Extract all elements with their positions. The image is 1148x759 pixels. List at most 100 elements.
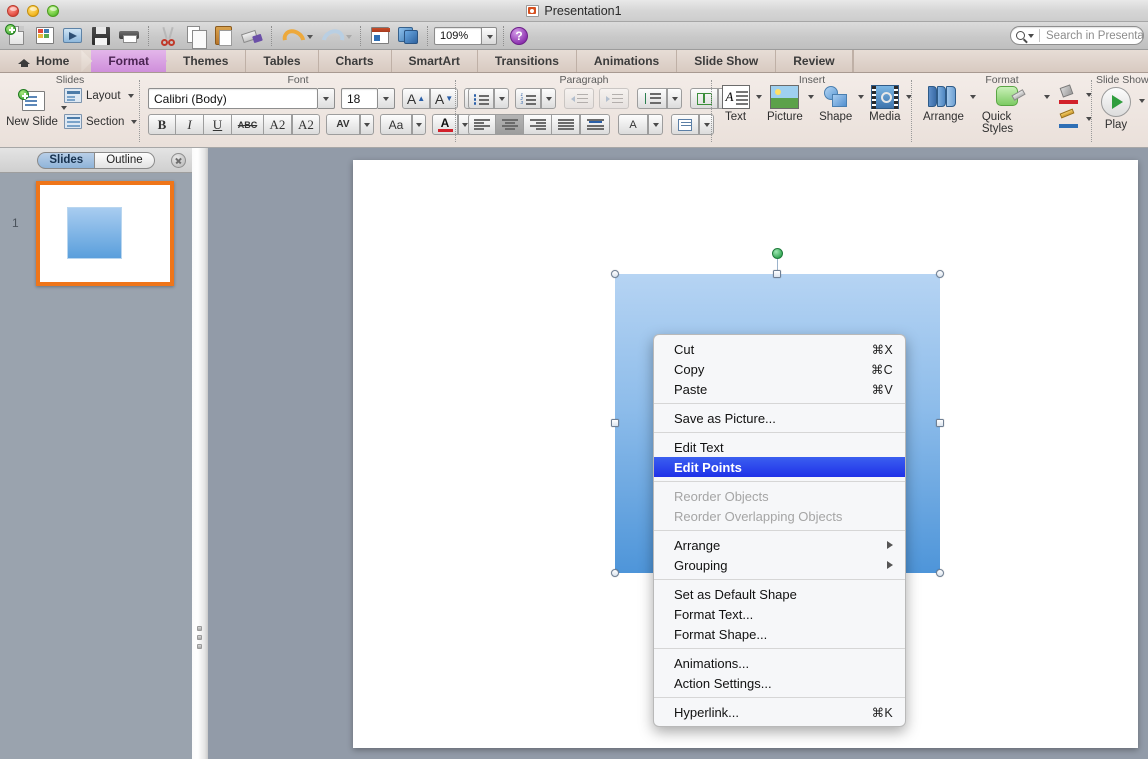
- increase-indent-button[interactable]: [599, 88, 629, 109]
- quick-styles-chevron-down-icon[interactable]: [1044, 95, 1050, 99]
- play-chevron-down-icon[interactable]: [1139, 99, 1145, 103]
- ribbon-tab-review[interactable]: Review: [776, 50, 852, 72]
- new-presentation-button[interactable]: [4, 23, 30, 49]
- format-painter-button[interactable]: [239, 23, 265, 49]
- arrange-button[interactable]: Arrange: [922, 85, 965, 123]
- underline-button[interactable]: U: [204, 114, 232, 135]
- character-spacing-button[interactable]: AV: [326, 114, 360, 135]
- pane-splitter[interactable]: [192, 148, 208, 759]
- align-right-button[interactable]: [524, 114, 552, 135]
- context-menu-item-edit-text[interactable]: Edit Text: [654, 437, 905, 457]
- quick-styles-button[interactable]: Quick Styles: [982, 85, 1039, 135]
- context-menu-item-format-shape[interactable]: Format Shape...: [654, 624, 905, 644]
- bold-button[interactable]: B: [148, 114, 176, 135]
- sidebar-tab-slides[interactable]: Slides: [37, 152, 95, 169]
- slide-thumbnail-1[interactable]: [36, 181, 174, 286]
- context-menu-item-save-as-picture[interactable]: Save as Picture...: [654, 408, 905, 428]
- context-menu-item-copy[interactable]: Copy ⌘C: [654, 359, 905, 379]
- selection-handle-top-right[interactable]: [936, 270, 944, 278]
- open-button[interactable]: [60, 23, 86, 49]
- context-menu-item-edit-points[interactable]: Edit Points: [654, 457, 905, 477]
- bullets-button[interactable]: [468, 88, 494, 109]
- font-family-input[interactable]: Calibri (Body): [148, 88, 318, 109]
- redo-dropdown-arrow-icon[interactable]: [345, 23, 354, 49]
- zoom-dropdown-arrow-icon[interactable]: [481, 27, 497, 45]
- ribbon-tab-home[interactable]: Home: [6, 50, 91, 72]
- align-center-button[interactable]: [496, 114, 524, 135]
- context-menu-item-hyperlink[interactable]: Hyperlink... ⌘K: [654, 702, 905, 722]
- help-button[interactable]: ?: [510, 27, 528, 45]
- superscript-button[interactable]: A2: [264, 114, 292, 135]
- change-case-chevron-down-icon[interactable]: [412, 114, 426, 135]
- ribbon-tab-tables[interactable]: Tables: [246, 50, 318, 72]
- undo-button[interactable]: [278, 23, 304, 49]
- font-size-chevron-down-icon[interactable]: [378, 88, 395, 109]
- search-field[interactable]: Search in Presentation: [1010, 26, 1144, 45]
- layout-button[interactable]: Layout: [64, 88, 134, 103]
- ribbon-tab-themes[interactable]: Themes: [166, 50, 246, 72]
- play-button[interactable]: Play: [1096, 87, 1136, 131]
- cut-button[interactable]: [155, 23, 181, 49]
- insert-picture-chevron-down-icon[interactable]: [808, 95, 814, 99]
- context-menu-item-grouping[interactable]: Grouping: [654, 555, 905, 575]
- selection-handle-bottom-right[interactable]: [936, 569, 944, 577]
- justify-button[interactable]: [552, 114, 580, 135]
- context-menu-item-paste[interactable]: Paste ⌘V: [654, 379, 905, 399]
- sidebar-tab-outline[interactable]: Outline: [95, 152, 154, 169]
- line-spacing-button[interactable]: [637, 88, 667, 109]
- splitter-grip[interactable]: [197, 626, 202, 649]
- insert-text-button[interactable]: A Text: [720, 85, 751, 123]
- insert-text-chevron-down-icon[interactable]: [756, 95, 762, 99]
- shrink-font-button[interactable]: A ▼: [430, 88, 458, 109]
- rotation-handle[interactable]: [772, 248, 783, 259]
- decrease-indent-button[interactable]: [564, 88, 594, 109]
- media-browser-button[interactable]: [395, 23, 421, 49]
- new-slide-chevron-down-icon[interactable]: [61, 106, 67, 110]
- ribbon-tab-animations[interactable]: Animations: [577, 50, 677, 72]
- selection-handle-top-center[interactable]: [773, 270, 781, 278]
- ribbon-tab-slide-show[interactable]: Slide Show: [677, 50, 776, 72]
- shape-line-button[interactable]: [1058, 110, 1092, 128]
- selection-handle-top-left[interactable]: [611, 270, 619, 278]
- context-menu-item-action-settings[interactable]: Action Settings...: [654, 673, 905, 693]
- selection-handle-middle-left[interactable]: [611, 419, 619, 427]
- strikethrough-button[interactable]: ABC: [232, 114, 264, 135]
- paste-button[interactable]: [211, 23, 237, 49]
- selection-handle-bottom-left[interactable]: [611, 569, 619, 577]
- shape-fill-button[interactable]: [1058, 86, 1092, 104]
- ribbon-tab-format[interactable]: Format: [91, 50, 166, 72]
- context-menu-item-animations[interactable]: Animations...: [654, 653, 905, 673]
- redo-button[interactable]: [317, 23, 343, 49]
- context-menu-item-set-as-default-shape[interactable]: Set as Default Shape: [654, 584, 905, 604]
- layout-chevron-down-icon[interactable]: [128, 94, 134, 98]
- font-family-chevron-down-icon[interactable]: [318, 88, 335, 109]
- bullets-chevron-down-icon[interactable]: [494, 88, 509, 109]
- arrange-chevron-down-icon[interactable]: [970, 95, 976, 99]
- save-button[interactable]: [88, 23, 114, 49]
- search-options-chevron-down-icon[interactable]: [1028, 34, 1034, 38]
- change-case-button[interactable]: Aa: [380, 114, 412, 135]
- ribbon-tab-transitions[interactable]: Transitions: [478, 50, 577, 72]
- insert-media-button[interactable]: Media: [869, 85, 901, 123]
- section-button[interactable]: Section: [64, 114, 137, 129]
- numbering-button[interactable]: 1 2 3: [515, 88, 541, 109]
- ribbon-tab-charts[interactable]: Charts: [319, 50, 392, 72]
- align-left-button[interactable]: [468, 114, 496, 135]
- selection-handle-middle-right[interactable]: [936, 419, 944, 427]
- insert-shape-chevron-down-icon[interactable]: [858, 95, 864, 99]
- subscript-button[interactable]: A2: [292, 114, 320, 135]
- ribbon-tab-smartart[interactable]: SmartArt: [392, 50, 478, 72]
- section-chevron-down-icon[interactable]: [131, 120, 137, 124]
- text-direction-chevron-down-icon[interactable]: [648, 114, 663, 135]
- new-from-template-button[interactable]: [32, 23, 58, 49]
- line-spacing-chevron-down-icon[interactable]: [667, 88, 682, 109]
- text-direction-button[interactable]: A: [618, 114, 648, 135]
- grow-font-button[interactable]: A ▲: [402, 88, 430, 109]
- new-slide-button[interactable]: New Slide: [6, 88, 58, 128]
- zoom-input[interactable]: 109%: [434, 27, 482, 45]
- italic-button[interactable]: I: [176, 114, 204, 135]
- character-spacing-chevron-down-icon[interactable]: [360, 114, 374, 135]
- undo-dropdown-arrow-icon[interactable]: [306, 23, 315, 49]
- close-pane-icon[interactable]: [171, 153, 186, 168]
- insert-picture-button[interactable]: Picture: [767, 85, 803, 123]
